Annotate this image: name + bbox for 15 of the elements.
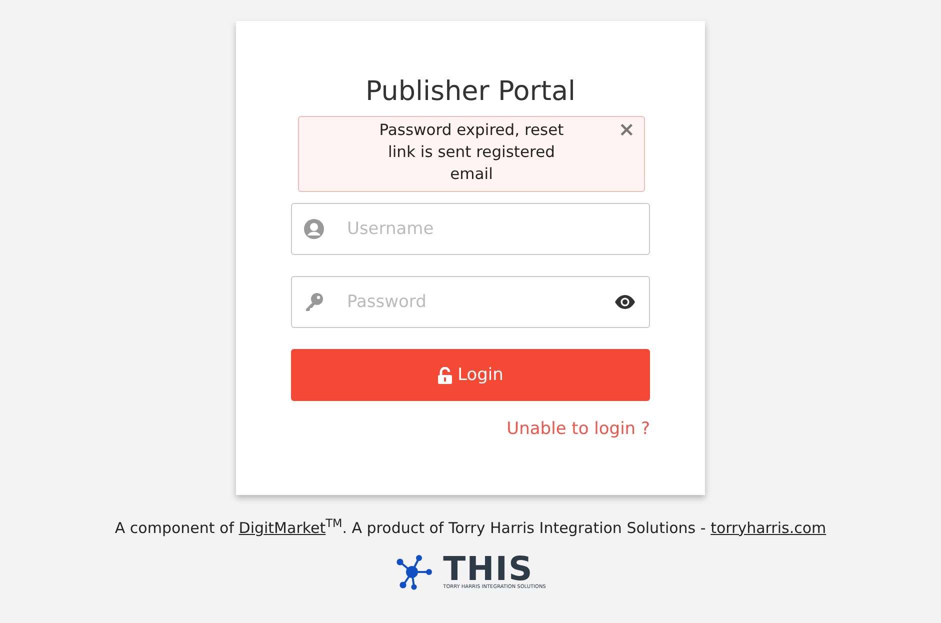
website-link[interactable]: torryharris.com <box>710 518 826 537</box>
help-link[interactable]: Unable to login ? <box>506 419 650 440</box>
user-icon <box>304 219 324 240</box>
page-title: Publisher Portal <box>364 76 577 108</box>
login-button[interactable]: Login <box>291 349 650 402</box>
eye-icon[interactable] <box>614 295 636 310</box>
key-icon <box>304 292 324 312</box>
alert-message: Password expired, reset link is sent registered email <box>378 120 565 186</box>
username-field[interactable]: Username <box>291 203 650 256</box>
unlock-icon <box>438 366 452 384</box>
footer-text: A component of DigitMarket$^{TM}$. A product of Torry Harris Integration Solutions - torryharris.com <box>114 516 826 539</box>
logo-wordmark: THIS <box>443 554 534 584</box>
close-button[interactable]: × <box>618 118 635 140</box>
product-link[interactable]: DigitMarket <box>238 518 326 537</box>
password-field[interactable]: Password <box>291 276 650 328</box>
